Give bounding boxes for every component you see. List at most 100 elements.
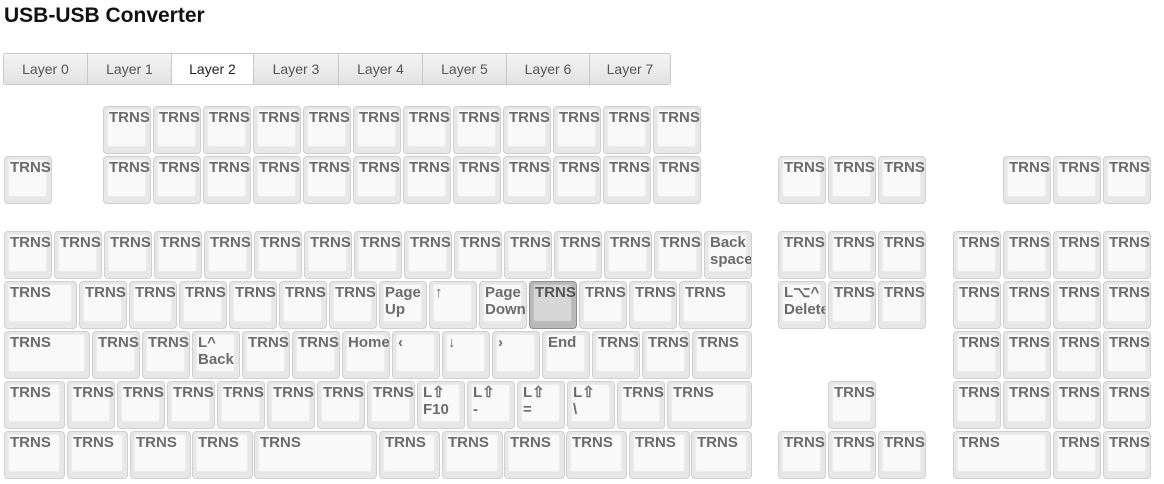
key[interactable]: TRNS	[553, 156, 601, 204]
key[interactable]: TRNS	[503, 106, 551, 154]
key[interactable]: TRNS	[453, 106, 501, 154]
key[interactable]: TRNS	[229, 281, 277, 329]
key[interactable]: TRNS	[203, 156, 251, 204]
key[interactable]: TRNS	[279, 281, 327, 329]
key[interactable]: TRNS	[953, 381, 1001, 429]
key[interactable]: TRNS	[367, 381, 415, 429]
key[interactable]: ›	[492, 331, 540, 379]
key[interactable]: TRNS	[1003, 381, 1051, 429]
key[interactable]: TRNS	[953, 331, 1001, 379]
key[interactable]: TRNS	[404, 231, 452, 279]
key[interactable]: TRNS	[828, 231, 876, 279]
key[interactable]: TRNS	[153, 106, 201, 154]
key[interactable]: TRNS	[778, 231, 826, 279]
key[interactable]: TRNS	[4, 231, 52, 279]
key[interactable]: TRNS	[54, 231, 102, 279]
key[interactable]: ‹	[392, 331, 440, 379]
key[interactable]: TRNS	[1103, 281, 1151, 329]
key[interactable]: TRNS	[4, 331, 90, 379]
key[interactable]: TRNS	[103, 106, 151, 154]
key[interactable]: TRNS	[878, 231, 926, 279]
key[interactable]: TRNS	[317, 381, 365, 429]
key[interactable]: ↑	[429, 281, 477, 329]
key[interactable]: TRNS	[553, 106, 601, 154]
key[interactable]: TRNS	[254, 231, 302, 279]
key[interactable]: TRNS	[254, 431, 377, 479]
key[interactable]: L⇧ \	[567, 381, 615, 429]
key[interactable]: TRNS	[653, 156, 701, 204]
key[interactable]: TRNS	[1003, 331, 1051, 379]
key[interactable]: TRNS	[603, 106, 651, 154]
key[interactable]: TRNS	[104, 231, 152, 279]
key[interactable]: TRNS	[4, 281, 77, 329]
key[interactable]: TRNS	[292, 331, 340, 379]
key[interactable]: TRNS	[1053, 331, 1101, 379]
key[interactable]: TRNS	[130, 431, 191, 479]
key[interactable]: TRNS	[566, 431, 627, 479]
key[interactable]: TRNS	[303, 156, 351, 204]
key[interactable]: L⇧ F10	[417, 381, 465, 429]
key[interactable]: TRNS	[67, 381, 115, 429]
key[interactable]: TRNS	[92, 331, 140, 379]
key[interactable]: TRNS	[828, 431, 876, 479]
key[interactable]: TRNS	[267, 381, 315, 429]
key[interactable]: Page Up	[379, 281, 427, 329]
key[interactable]: TRNS	[692, 331, 752, 379]
key[interactable]: TRNS	[453, 156, 501, 204]
key[interactable]: TRNS	[691, 431, 752, 479]
key[interactable]: TRNS	[828, 381, 876, 429]
key[interactable]: TRNS	[379, 431, 440, 479]
key[interactable]: TRNS	[504, 431, 565, 479]
key[interactable]: TRNS	[653, 106, 701, 154]
key[interactable]: TRNS	[1053, 231, 1101, 279]
key[interactable]: TRNS	[953, 281, 1001, 329]
key[interactable]: TRNS	[617, 381, 665, 429]
key[interactable]: TRNS	[629, 281, 677, 329]
key[interactable]: TRNS	[154, 231, 202, 279]
key[interactable]: TRNS	[1053, 281, 1101, 329]
key[interactable]: Page Down	[479, 281, 527, 329]
key[interactable]: TRNS	[4, 381, 65, 429]
key[interactable]: TRNS	[1053, 431, 1101, 479]
key[interactable]: TRNS	[1103, 381, 1151, 429]
key[interactable]: TRNS	[1003, 231, 1051, 279]
key[interactable]: TRNS	[778, 156, 826, 204]
key[interactable]: L⇧ -	[467, 381, 515, 429]
key[interactable]: TRNS	[204, 231, 252, 279]
key[interactable]: End	[542, 331, 590, 379]
key[interactable]: Back space	[704, 231, 752, 279]
key[interactable]: TRNS	[242, 331, 290, 379]
key[interactable]: TRNS	[253, 106, 301, 154]
key[interactable]: TRNS	[304, 231, 352, 279]
key[interactable]: TRNS	[129, 281, 177, 329]
key[interactable]: TRNS	[192, 431, 253, 479]
key[interactable]: TRNS	[179, 281, 227, 329]
key[interactable]: TRNS	[4, 431, 65, 479]
key[interactable]: Home	[342, 331, 390, 379]
key[interactable]: TRNS	[604, 231, 652, 279]
key[interactable]: TRNS	[1103, 331, 1151, 379]
key[interactable]: TRNS	[117, 381, 165, 429]
key[interactable]: TRNS	[667, 381, 752, 429]
key[interactable]: TRNS	[878, 156, 926, 204]
key[interactable]: TRNS	[1103, 431, 1151, 479]
key[interactable]: TRNS	[1103, 231, 1151, 279]
key[interactable]: TRNS	[403, 156, 451, 204]
key[interactable]: TRNS	[579, 281, 627, 329]
key[interactable]: TRNS	[1103, 156, 1151, 204]
key[interactable]: TRNS	[679, 281, 752, 329]
key[interactable]: TRNS	[828, 281, 876, 329]
key[interactable]: TRNS	[403, 106, 451, 154]
key[interactable]: TRNS	[303, 106, 351, 154]
key[interactable]: TRNS	[354, 231, 402, 279]
key[interactable]: L^ Back	[192, 331, 240, 379]
key[interactable]: TRNS	[103, 156, 151, 204]
key[interactable]: TRNS	[4, 156, 52, 204]
key[interactable]: TRNS	[642, 331, 690, 379]
key[interactable]: ↓	[442, 331, 490, 379]
key[interactable]: TRNS	[253, 156, 301, 204]
key[interactable]: TRNS	[629, 431, 690, 479]
key[interactable]: TRNS	[353, 156, 401, 204]
key[interactable]: TRNS	[153, 156, 201, 204]
key[interactable]: TRNS	[529, 281, 577, 329]
